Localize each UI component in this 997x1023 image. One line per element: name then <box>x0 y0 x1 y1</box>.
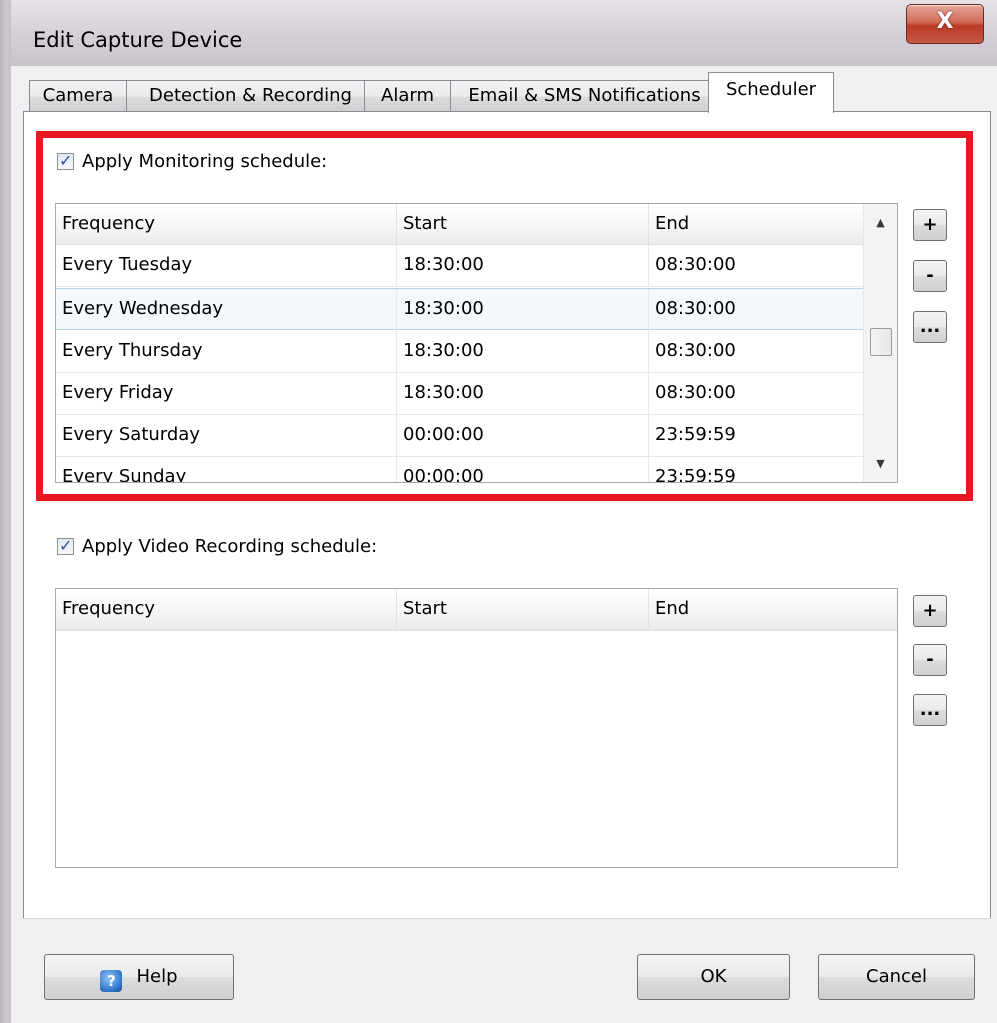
table-header: Frequency Start End <box>56 589 897 631</box>
checkbox[interactable]: ✓ <box>57 536 74 555</box>
apply-monitoring-schedule-checkbox[interactable]: ✓ Apply Monitoring schedule: <box>57 151 457 175</box>
close-icon: X <box>936 9 954 34</box>
cancel-button[interactable]: Cancel <box>818 954 975 1000</box>
tab-strip: Camera Detection & Recording Alarm Email… <box>11 72 997 113</box>
checkmark-icon: ✓ <box>59 536 73 555</box>
help-button-label: Help <box>136 966 178 987</box>
footer-divider <box>23 918 991 919</box>
checkmark-icon: ✓ <box>59 151 73 170</box>
column-header-end[interactable]: End <box>649 589 897 629</box>
help-button[interactable]: ? Help <box>44 954 234 1000</box>
checkbox[interactable]: ✓ <box>57 151 74 170</box>
close-button[interactable]: X <box>906 4 984 44</box>
ok-button[interactable]: OK <box>637 954 790 1000</box>
edit-recording-schedule-button[interactable]: ... <box>913 694 947 726</box>
column-header-start[interactable]: Start <box>397 589 649 629</box>
video-recording-schedule-table[interactable]: Frequency Start End <box>55 588 898 868</box>
highlight-box <box>36 131 973 501</box>
apply-monitoring-schedule-label: Apply Monitoring schedule: <box>82 151 328 172</box>
apply-video-recording-schedule-label: Apply Video Recording schedule: <box>82 536 378 557</box>
add-recording-schedule-button[interactable]: + <box>913 595 947 627</box>
apply-video-recording-schedule-checkbox[interactable]: ✓ Apply Video Recording schedule: <box>57 536 457 560</box>
remove-recording-schedule-button[interactable]: - <box>913 644 947 676</box>
window-border-left <box>0 0 11 1023</box>
column-header-frequency[interactable]: Frequency <box>56 589 397 629</box>
title-bar[interactable]: Edit Capture Device <box>11 0 997 66</box>
tab-scheduler[interactable]: Scheduler <box>708 72 834 113</box>
tab-alarm[interactable]: Alarm <box>364 80 451 112</box>
tab-email-sms-notifications[interactable]: Email & SMS Notifications <box>450 80 719 112</box>
help-icon: ? <box>100 970 123 992</box>
tab-camera[interactable]: Camera <box>29 80 127 112</box>
window-title: Edit Capture Device <box>33 28 243 52</box>
tab-detection-recording[interactable]: Detection & Recording <box>126 80 375 112</box>
